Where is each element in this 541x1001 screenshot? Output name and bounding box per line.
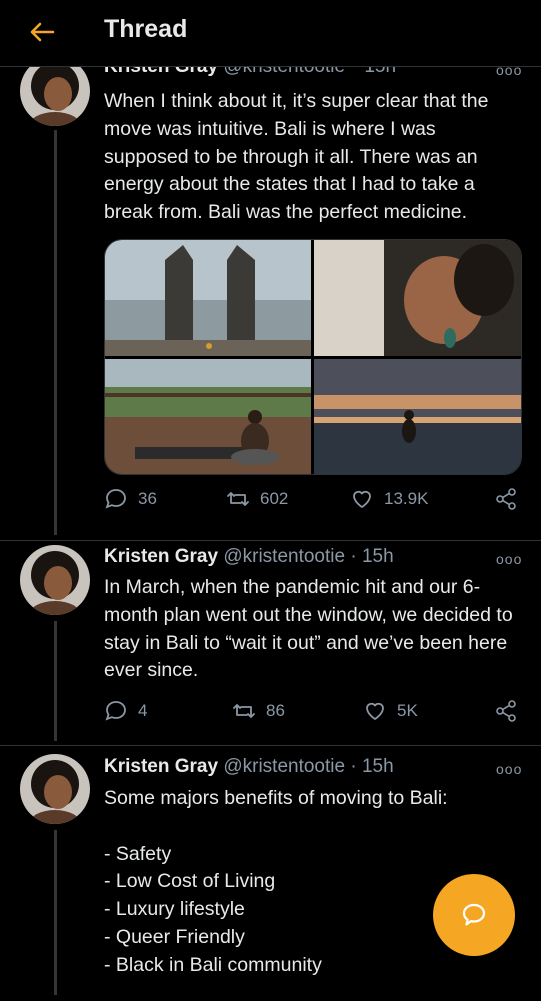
page-title: Thread — [104, 15, 188, 43]
temple-gate-photo[interactable] — [105, 240, 311, 356]
heart-icon — [366, 702, 384, 720]
reply-icon — [105, 489, 126, 509]
thread-line — [54, 130, 57, 535]
compose-reply-button[interactable] — [433, 874, 515, 956]
like-button[interactable]: 5K — [363, 699, 418, 723]
share-icon — [496, 700, 516, 722]
tweet-text: In March, when the pandemic hit and our … — [104, 576, 513, 682]
author-handle[interactable]: @kristentootie — [223, 756, 345, 777]
back-button[interactable] — [22, 14, 62, 50]
tweet-actions: 4 86 5K — [104, 699, 524, 729]
retweet-count: 602 — [260, 489, 289, 508]
text-line: Some majors benefits of moving to Bali: — [104, 787, 448, 809]
tweet-3[interactable]: Kristen Gray @kristentootie · 15h ooo So… — [0, 745, 541, 1001]
separator-dot: · — [350, 756, 357, 777]
thread-line — [54, 830, 57, 995]
media-grid — [104, 239, 522, 475]
thread-line — [54, 621, 57, 741]
tweet-header: Kristen Gray @kristentootie · 15h — [104, 756, 394, 778]
tweet-header: Kristen Gray @kristentootie · 15h — [104, 546, 394, 568]
reply-button[interactable]: 4 — [104, 699, 147, 723]
retweet-icon — [233, 704, 255, 718]
author-name[interactable]: Kristen Gray — [104, 756, 218, 777]
text-line — [104, 813, 524, 841]
author-name[interactable]: Kristen Gray — [104, 546, 218, 567]
retweet-button[interactable]: 86 — [232, 699, 285, 723]
tweet-1[interactable]: Kristen Gray @kristentootie 15h ooo When… — [0, 0, 541, 540]
text-line: - Black in Bali community — [104, 953, 322, 976]
tweet-2[interactable]: Kristen Gray @kristentootie · 15h ooo In… — [0, 540, 541, 746]
avatar[interactable] — [20, 754, 90, 824]
author-handle[interactable]: @kristentootie — [223, 546, 345, 567]
retweet-icon — [227, 492, 249, 506]
reply-button[interactable]: 36 — [104, 487, 157, 511]
like-button[interactable]: 13.9K — [350, 487, 428, 511]
like-count: 13.9K — [384, 489, 429, 508]
share-button[interactable] — [494, 699, 518, 723]
top-bar: Thread — [0, 0, 541, 67]
yoga-deck-photo[interactable] — [105, 359, 311, 474]
portrait-earring-photo[interactable] — [314, 240, 521, 356]
tweet-time: 15h — [361, 756, 394, 777]
retweet-count: 86 — [266, 701, 285, 720]
reply-icon — [105, 701, 126, 721]
tweet-time: 15h — [361, 546, 394, 567]
heart-icon — [353, 490, 371, 508]
reply-count: 36 — [138, 489, 157, 508]
arrow-left-icon — [30, 22, 55, 42]
reply-count: 4 — [138, 701, 148, 720]
tweet-actions: 36 602 13.9K — [104, 487, 524, 517]
like-count: 5K — [397, 701, 418, 720]
more-options-icon[interactable]: ooo — [496, 551, 522, 567]
text-line: - Safety — [104, 842, 172, 865]
separator-dot: · — [350, 546, 357, 567]
share-icon — [496, 488, 516, 510]
tweet-text: When I think about it, it’s super clear … — [104, 90, 489, 224]
share-button[interactable] — [494, 487, 518, 511]
more-options-icon[interactable]: ooo — [496, 761, 522, 777]
compose-reply-icon — [462, 903, 486, 926]
retweet-button[interactable]: 602 — [226, 487, 288, 511]
infinity-pool-sunset-photo[interactable] — [314, 359, 521, 474]
avatar[interactable] — [20, 545, 90, 615]
